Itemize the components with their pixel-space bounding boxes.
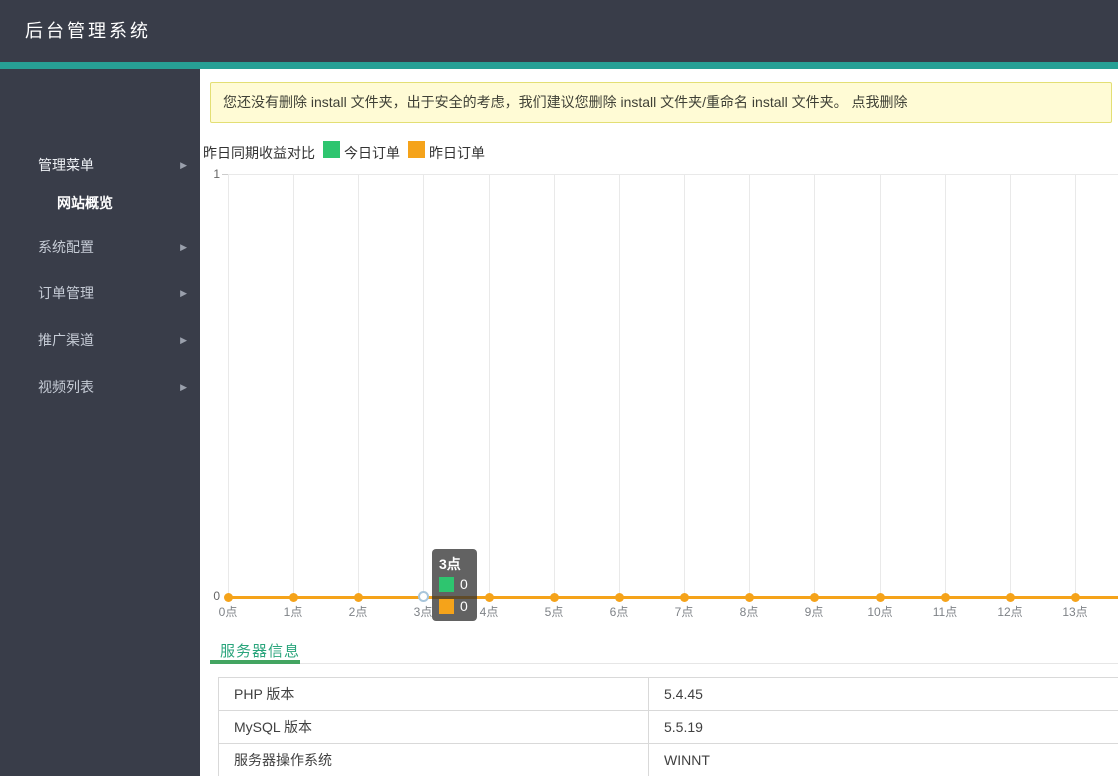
accent-bar	[0, 62, 1118, 69]
app-title: 后台管理系统	[25, 21, 151, 41]
data-point[interactable]	[680, 593, 689, 602]
tab-server-info[interactable]: 服务器信息	[220, 640, 300, 661]
legend-swatch	[408, 141, 425, 158]
tooltip-series-swatch	[439, 599, 454, 614]
tab-divider-line	[210, 663, 1118, 664]
header-bar: 后台管理系统	[0, 0, 1118, 62]
table-cell-value: 5.4.45	[664, 686, 703, 702]
sidebar-item-label: 订单管理	[38, 285, 94, 301]
data-point[interactable]	[485, 593, 494, 602]
sidebar-item-admin-menu[interactable]: 管理菜单 ▶	[0, 146, 200, 184]
chart-legend-label: 昨日同期收益对比	[203, 145, 315, 161]
gridline-horizontal	[228, 174, 1118, 175]
tooltip-row: 0	[439, 599, 477, 615]
x-axis-label: 6点	[609, 605, 629, 619]
y-axis-label-min: 0	[213, 589, 220, 603]
sidebar-item-site-overview[interactable]: 网站概览	[0, 184, 200, 222]
x-axis-label: 5点	[544, 605, 564, 619]
sidebar-item-label: 系统配置	[38, 239, 94, 255]
gridline-vertical	[423, 174, 424, 597]
gridline-vertical	[1010, 174, 1011, 597]
data-point[interactable]	[1006, 593, 1015, 602]
gridline-vertical	[814, 174, 815, 597]
gridline-vertical	[880, 174, 881, 597]
table-cell-label: 服务器操作系统	[219, 744, 649, 776]
sidebar-item-video-list[interactable]: 视频列表 ▶	[0, 368, 200, 406]
data-point[interactable]	[941, 593, 950, 602]
x-axis-label: 12点	[997, 605, 1023, 619]
gridline-vertical	[945, 174, 946, 597]
tooltip-row: 0	[439, 577, 477, 593]
x-axis-label: 11点	[932, 605, 958, 619]
table-cell-value: WINNT	[664, 752, 710, 768]
legend-item-label: 今日订单	[344, 145, 400, 161]
x-axis-label: 7点	[674, 605, 694, 619]
sidebar-item-label: 视频列表	[38, 379, 94, 395]
install-warning-banner: 您还没有删除 install 文件夹，出于安全的考虑，我们建议您删除 insta…	[210, 82, 1112, 123]
server-info-table: PHP 版本 5.4.45 MySQL 版本 5.5.19 服务器操作系统 WINNT	[218, 677, 1118, 776]
x-axis-label: 10点	[867, 605, 893, 619]
data-point[interactable]	[810, 593, 819, 602]
app-window: 后台管理系统 管理菜单 ▶ 网站概览系统配置 ▶ 订单管理 ▶ 推广渠道 ▶ 视频列表 ▶ 您还没…	[0, 0, 1118, 776]
tooltip-value: 0	[460, 576, 468, 592]
x-axis-label: 0点	[218, 605, 238, 619]
tooltip-series-swatch	[439, 577, 454, 592]
x-axis-label: 9点	[804, 605, 824, 619]
chevron-right-icon: ▶	[180, 335, 187, 345]
sidebar-item-order-management[interactable]: 订单管理 ▶	[0, 274, 200, 312]
table-row: PHP 版本 5.4.45	[219, 678, 1118, 711]
data-point[interactable]	[876, 593, 885, 602]
chevron-right-icon: ▶	[180, 288, 187, 298]
tooltip-title: 3点	[439, 556, 461, 572]
chart-tooltip: 3点 0 0	[432, 549, 477, 621]
sidebar-item-promotion-channel[interactable]: 推广渠道 ▶	[0, 321, 200, 359]
data-point[interactable]	[354, 593, 363, 602]
gridline-vertical	[554, 174, 555, 597]
tooltip-value: 0	[460, 598, 468, 614]
sidebar-item-system-config[interactable]: 系统配置 ▶	[0, 228, 200, 266]
x-axis-label: 8点	[739, 605, 759, 619]
x-axis-label: 13点	[1062, 605, 1088, 619]
legend-item-label: 昨日订单	[429, 145, 485, 161]
data-point[interactable]	[550, 593, 559, 602]
sidebar: 管理菜单 ▶ 网站概览系统配置 ▶ 订单管理 ▶ 推广渠道 ▶ 视频列表 ▶	[0, 69, 200, 776]
table-row: MySQL 版本 5.5.19	[219, 711, 1118, 744]
gridline-vertical	[293, 174, 294, 597]
sidebar-item-label: 推广渠道	[38, 332, 94, 348]
delete-install-link[interactable]: 点我删除	[852, 94, 908, 110]
gridline-vertical	[684, 174, 685, 597]
y-axis-label-max: 1	[213, 167, 220, 181]
sidebar-item-label: 管理菜单	[38, 157, 94, 173]
hovered-data-point[interactable]	[418, 591, 429, 602]
data-point[interactable]	[1071, 593, 1080, 602]
gridline-vertical	[749, 174, 750, 597]
gridline-vertical	[358, 174, 359, 597]
table-cell-value: 5.5.19	[664, 719, 703, 735]
gridline-vertical	[1075, 174, 1076, 597]
table-cell-label: PHP 版本	[219, 678, 649, 710]
table-cell-label: MySQL 版本	[219, 711, 649, 743]
chevron-right-icon: ▶	[180, 382, 187, 392]
data-point[interactable]	[615, 593, 624, 602]
tab-active-underline	[210, 660, 300, 664]
gridline-vertical	[619, 174, 620, 597]
banner-text: 您还没有删除 install 文件夹，出于安全的考虑，我们建议您删除 insta…	[223, 94, 852, 110]
data-point[interactable]	[745, 593, 754, 602]
chevron-right-icon: ▶	[180, 160, 187, 170]
gridline-vertical	[489, 174, 490, 597]
data-point[interactable]	[289, 593, 298, 602]
table-row: 服务器操作系统 WINNT	[219, 744, 1118, 776]
x-axis-label: 2点	[348, 605, 368, 619]
x-axis-label: 1点	[283, 605, 303, 619]
legend-swatch	[323, 141, 340, 158]
chevron-right-icon: ▶	[180, 242, 187, 252]
gridline-vertical	[228, 174, 229, 597]
sidebar-item-label: 网站概览	[57, 195, 113, 211]
data-point[interactable]	[224, 593, 233, 602]
